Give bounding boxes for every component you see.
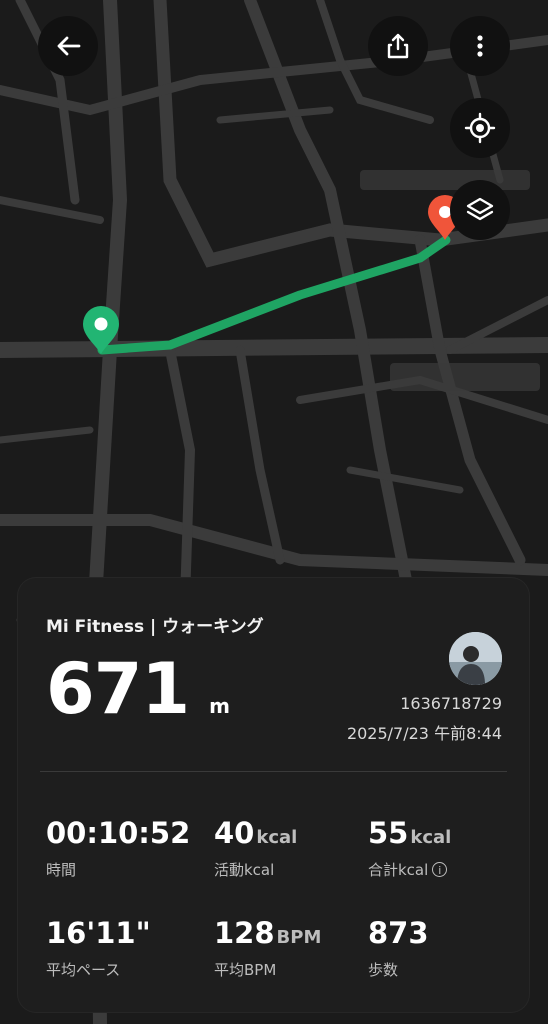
avatar[interactable] xyxy=(449,632,502,685)
stat-value: 128 xyxy=(214,916,275,950)
stat-label: 活動kcal xyxy=(214,861,275,879)
stat-value: 40 xyxy=(214,816,255,850)
workout-datetime: 2025/7/23 午前8:44 xyxy=(346,724,502,743)
stat-unit: kcal xyxy=(256,827,298,848)
distance-value: 671 xyxy=(46,648,190,730)
stat-steps: 873 歩数 xyxy=(368,916,431,980)
stat-label: 平均ペース xyxy=(46,961,121,979)
avatar-photo-icon xyxy=(449,632,502,685)
workout-summary-card: Mi Fitness | ウォーキング 671 m 1636718729 202… xyxy=(18,578,529,1012)
stat-duration: 00:10:52 時間 xyxy=(46,816,192,880)
distance: 671 m xyxy=(46,648,230,730)
more-vert-icon xyxy=(477,35,483,57)
user-id: 1636718729 xyxy=(400,694,502,713)
share-icon xyxy=(387,33,409,59)
share-button[interactable] xyxy=(368,16,428,76)
info-icon[interactable]: i xyxy=(432,862,448,877)
stat-label: 時間 xyxy=(46,861,77,879)
stat-avg-bpm: 128 BPM 平均BPM xyxy=(214,916,321,980)
stat-active-kcal: 40 kcal 活動kcal xyxy=(214,816,297,880)
locate-button[interactable] xyxy=(450,98,510,158)
layers-icon xyxy=(466,197,494,221)
stat-value: 16'11" xyxy=(46,916,151,950)
stat-value: 873 xyxy=(368,916,429,950)
back-button[interactable] xyxy=(38,16,98,76)
divider xyxy=(40,771,507,772)
stat-value: 55 xyxy=(368,816,409,850)
stat-label: 合計kcal xyxy=(368,861,429,879)
stat-total-kcal: 55 kcal 合計kcal i xyxy=(368,816,451,880)
stat-unit: BPM xyxy=(276,927,322,948)
back-arrow-icon xyxy=(57,36,81,56)
layers-button[interactable] xyxy=(450,180,510,240)
stat-value: 00:10:52 xyxy=(46,816,191,850)
stat-avg-pace: 16'11" 平均ペース xyxy=(46,916,153,980)
stat-unit: kcal xyxy=(410,827,452,848)
stat-label: 平均BPM xyxy=(214,961,277,979)
brand-title: Mi Fitness | ウォーキング xyxy=(46,617,264,637)
distance-unit: m xyxy=(209,694,230,718)
more-options-button[interactable] xyxy=(450,16,510,76)
stat-label: 歩数 xyxy=(368,961,399,979)
locate-icon xyxy=(464,112,496,144)
